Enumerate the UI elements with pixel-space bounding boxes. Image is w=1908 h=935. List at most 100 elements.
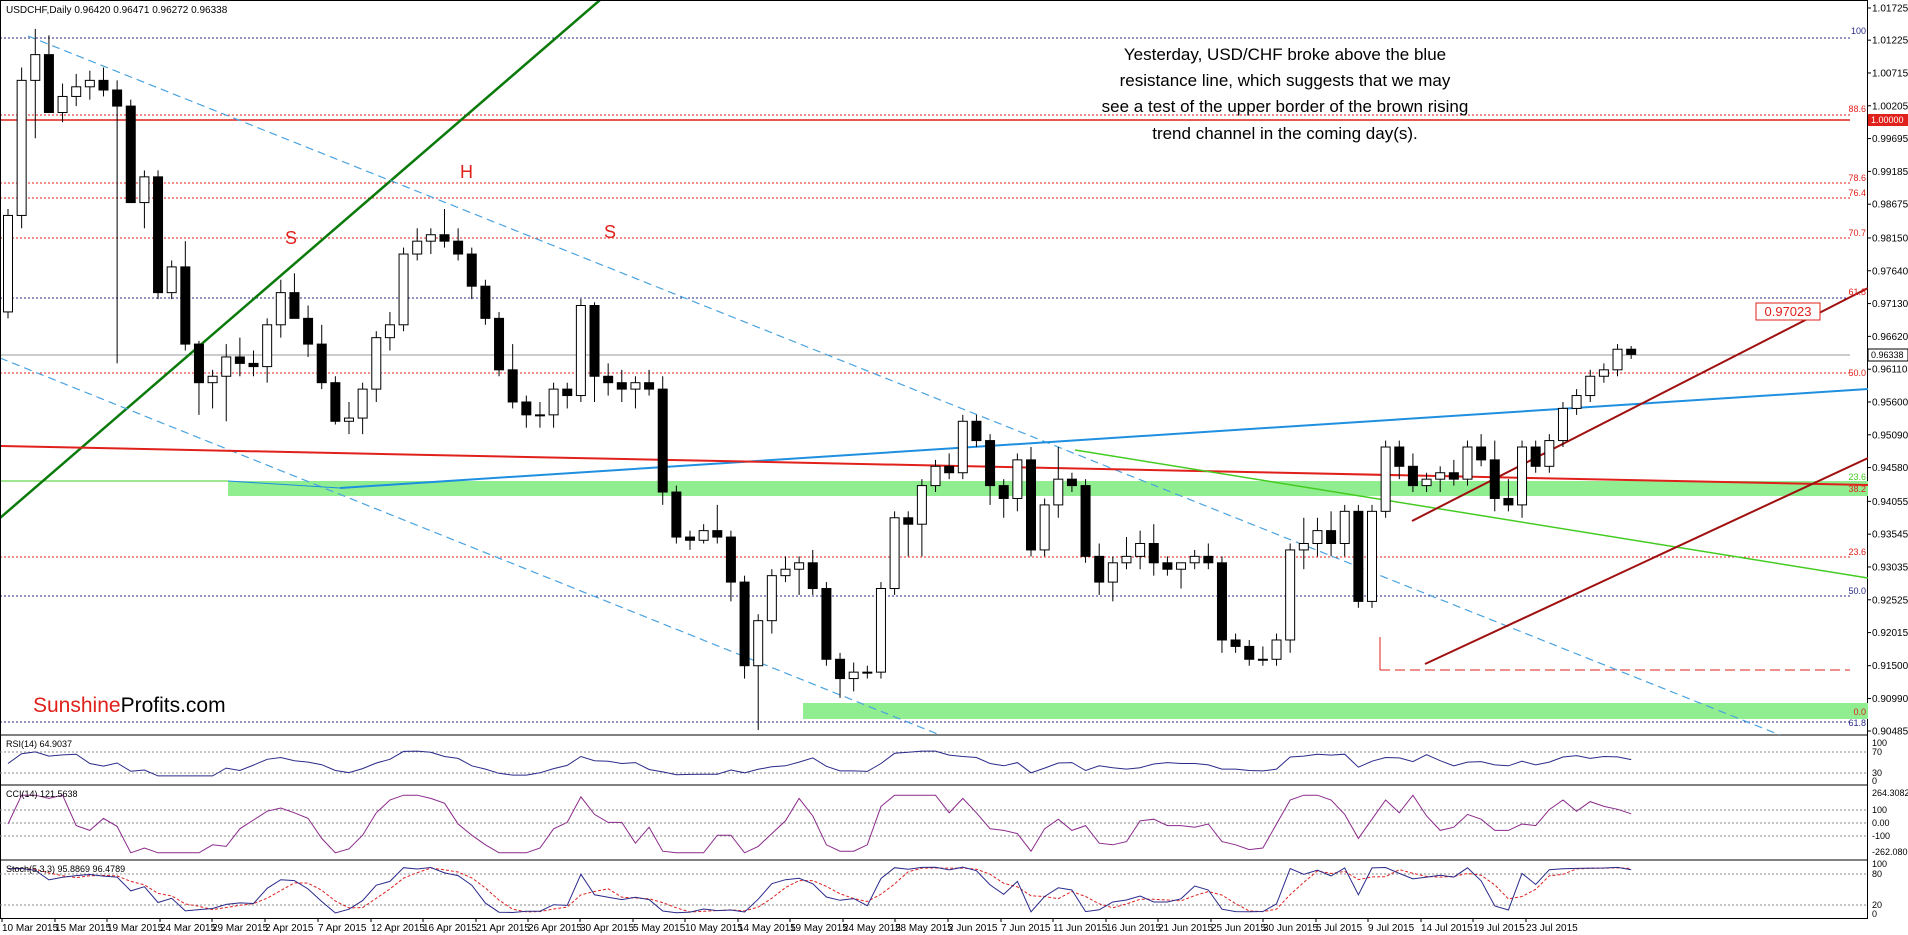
candle-body [71,86,82,97]
candle [589,302,600,402]
candle [1121,537,1132,570]
candle-body [166,266,177,294]
candle [603,363,614,396]
current-price-value: 0.96338 [1871,350,1904,360]
candle [166,260,177,300]
candle [616,369,627,402]
candle [112,80,123,364]
date-tick-label: 10 May 2015 [685,923,743,934]
price-tick-label: 0.99185 [1872,167,1908,178]
stoch-label: Stoch(5,3,3) 95.8869 96.4789 [6,864,125,874]
analysis-annotation: Yesterday, USD/CHF broke above the blue … [1102,45,1469,143]
candle-body [1489,459,1500,499]
date-tick-label: 21 Jun 2015 [1158,923,1213,934]
candle [1148,524,1159,576]
candle [344,401,354,435]
candle [1326,511,1337,557]
candle [916,479,927,557]
date-tick-label: 5 Jul 2015 [1316,923,1363,934]
candle-body [425,234,436,242]
price-tick-label: 1.00205 [1872,101,1908,112]
candle-body [1285,549,1296,641]
logo-sunshine: Sunshine [33,694,121,717]
price-tick-label: 0.92525 [1872,595,1908,606]
left-shoulder-label: S [285,228,297,248]
date-tick-label: 16 Apr 2015 [423,923,477,934]
date-tick-label: 10 Mar 2015 [2,923,59,934]
candle-body [1448,472,1459,480]
level-100-value: 1.00000 [1871,115,1904,125]
candle-body [1503,497,1514,506]
candle [193,340,204,415]
candle [234,337,245,377]
candle-body [1135,542,1146,557]
candle-body [1230,639,1241,647]
date-tick-label: 2 Jun 2015 [948,923,998,934]
candle [494,311,505,377]
date-tick-label: 19 Jul 2015 [1473,923,1525,934]
logo-profits: Profits.com [121,694,226,717]
price-tick-label: 1.00715 [1872,68,1908,79]
date-tick-label: 24 Mar 2015 [160,923,217,934]
candle [971,414,982,448]
candle-body [521,401,532,416]
price-axis: 1.01725 1.01225 1.00715 1.00205 0.99695 0.991… [1867,4,1908,738]
main-price-pane [1,1,1868,735]
date-tick-label: 14 May 2015 [738,923,796,934]
candle [875,582,886,679]
date-tick-label: 26 Apr 2015 [528,923,582,934]
candle-body [1530,446,1541,467]
candle-body [1394,446,1405,467]
candle [303,305,314,357]
cci-label: CCI(14) 121.5638 [6,789,78,799]
candle-body [1421,478,1432,487]
candle [1312,517,1323,557]
candle-body [234,356,245,364]
fib-label-382: 38.2 [1848,484,1866,494]
candle-body [1066,478,1077,487]
candle-body [180,266,191,345]
date-tick-label: 23 Jul 2015 [1526,923,1578,934]
candle-body [371,337,382,390]
candle [1626,346,1637,359]
fib-label-50b: 50.0 [1848,586,1866,596]
date-tick-label: 30 Jun 2015 [1263,923,1318,934]
candle-body [875,588,886,673]
support-zone-upper [228,481,1868,496]
cci-tick-100: 100 [1872,805,1887,815]
cci-line [7,794,1632,854]
candle [1367,504,1377,608]
candle [1339,504,1350,557]
candle-body [821,588,832,660]
candle-body [1094,555,1105,583]
candle-body [453,240,464,255]
date-tick-label: 5 May 2015 [633,923,686,934]
blue-dashed-channel-upper [27,35,1781,735]
candle-body [548,388,559,416]
candle-body [1598,369,1609,377]
candle-body [262,324,273,368]
candle-body [316,343,327,384]
candle-body [1380,446,1391,512]
rsi-pane: RSI(14) 64.9037 100 70 30 0 [0,738,1887,786]
candle-body [835,658,846,680]
candle-body [862,671,873,674]
candle-body [671,491,682,538]
price-tick-label: 0.93035 [1872,562,1908,573]
candle-body [616,382,627,390]
candle-body [1012,459,1023,499]
candle-body [289,292,300,319]
candle-body [139,176,150,204]
candle-body [1121,555,1132,564]
candle [480,279,491,325]
support-zone-lower [803,703,1868,719]
candle-body [712,530,723,538]
candle [644,369,655,396]
candle-body [84,79,95,88]
fib-label-236a: 23.6 [1848,472,1866,482]
candle [3,209,13,319]
candle [330,376,341,425]
head-label: H [460,162,473,182]
fib-label-236b: 23.6 [1848,547,1866,557]
date-tick-label: 24 May 2015 [843,923,901,934]
